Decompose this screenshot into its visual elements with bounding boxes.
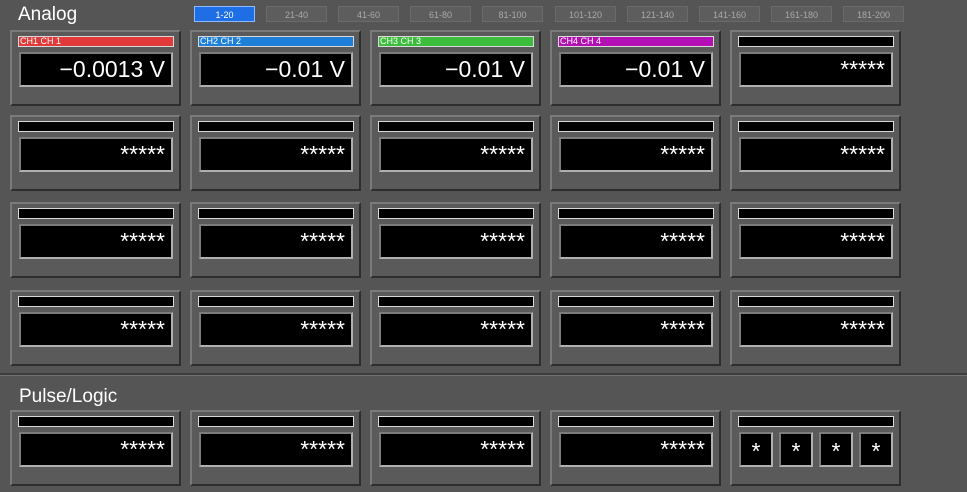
channel-label — [738, 36, 894, 47]
channel-label — [198, 416, 354, 427]
analog-channel-tile[interactable]: ***** — [730, 115, 901, 191]
range-tab-21-40[interactable]: 21-40 — [266, 6, 327, 22]
channel-label: CH4 CH 4 — [558, 36, 714, 47]
analog-channel-tile[interactable]: CH3 CH 3 −0.01 V — [370, 30, 541, 106]
logic-bit-display: * — [739, 432, 773, 467]
analog-channel-tile[interactable]: ***** — [730, 202, 901, 278]
analog-section-title: Analog — [18, 4, 78, 25]
section-divider — [0, 373, 967, 376]
channel-label — [198, 121, 354, 132]
range-tab-1-20[interactable]: 1-20 — [194, 6, 255, 22]
channel-value-display: ***** — [739, 312, 893, 347]
analog-channel-tile[interactable]: ***** — [10, 115, 181, 191]
channel-value-display: −0.01 V — [379, 52, 533, 87]
channel-label — [738, 416, 894, 427]
channel-label — [378, 121, 534, 132]
channel-value-display: ***** — [199, 224, 353, 259]
channel-label — [18, 121, 174, 132]
channel-value-display: ***** — [379, 224, 533, 259]
channel-value-display: −0.0013 V — [19, 52, 173, 87]
channel-value-display: ***** — [199, 137, 353, 172]
channel-label — [378, 416, 534, 427]
range-tab-101-120[interactable]: 101-120 — [555, 6, 616, 22]
channel-label: CH3 CH 3 — [378, 36, 534, 47]
channel-value-display: ***** — [19, 312, 173, 347]
channel-label: CH2 CH 2 — [198, 36, 354, 47]
channel-value-display: ***** — [739, 137, 893, 172]
range-tab-81-100[interactable]: 81-100 — [482, 6, 543, 22]
analog-channel-tile[interactable]: ***** — [370, 115, 541, 191]
analog-channel-tile[interactable]: ***** — [550, 202, 721, 278]
pulse-value-display: ***** — [379, 432, 533, 467]
analog-channel-tile[interactable]: CH1 CH 1 −0.0013 V — [10, 30, 181, 106]
range-tab-41-60[interactable]: 41-60 — [338, 6, 399, 22]
channel-label — [558, 416, 714, 427]
analog-channel-tile[interactable]: ***** — [550, 115, 721, 191]
range-tab-121-140[interactable]: 121-140 — [627, 6, 688, 22]
analog-channel-tile[interactable]: CH4 CH 4 −0.01 V — [550, 30, 721, 106]
channel-value-display: ***** — [199, 312, 353, 347]
pulse-channel-tile[interactable]: ***** — [550, 410, 721, 486]
channel-label — [18, 416, 174, 427]
channel-value-display: ***** — [559, 137, 713, 172]
analog-channel-tile[interactable]: ***** — [730, 30, 901, 106]
range-tab-181-200[interactable]: 181-200 — [843, 6, 904, 22]
channel-label — [198, 296, 354, 307]
range-tab-141-160[interactable]: 141-160 — [699, 6, 760, 22]
pulse-value-display: ***** — [19, 432, 173, 467]
analog-channel-tile[interactable]: ***** — [370, 290, 541, 366]
analog-channel-tile[interactable]: ***** — [190, 115, 361, 191]
analog-channel-tile[interactable]: ***** — [10, 290, 181, 366]
logic-channel-tile[interactable]: * * * * — [730, 410, 901, 486]
channel-value-display: ***** — [19, 224, 173, 259]
channel-label — [18, 208, 174, 219]
channel-label — [18, 296, 174, 307]
channel-label — [558, 208, 714, 219]
analog-channel-tile[interactable]: CH2 CH 2 −0.01 V — [190, 30, 361, 106]
channel-value-display: ***** — [379, 137, 533, 172]
logic-bit-display: * — [779, 432, 813, 467]
pulse-channel-tile[interactable]: ***** — [370, 410, 541, 486]
logic-bit-group: * * * * — [739, 432, 895, 467]
channel-label — [378, 208, 534, 219]
channel-label — [558, 121, 714, 132]
pulse-channel-tile[interactable]: ***** — [10, 410, 181, 486]
analog-channel-tile[interactable]: ***** — [550, 290, 721, 366]
analog-channel-tile[interactable]: ***** — [730, 290, 901, 366]
channel-label — [558, 296, 714, 307]
pulse-channel-tile[interactable]: ***** — [190, 410, 361, 486]
logic-bit-display: * — [819, 432, 853, 467]
range-tab-161-180[interactable]: 161-180 — [771, 6, 832, 22]
channel-label: CH1 CH 1 — [18, 36, 174, 47]
channel-value-display: ***** — [19, 137, 173, 172]
logic-bit-display: * — [859, 432, 893, 467]
analog-channel-tile[interactable]: ***** — [190, 290, 361, 366]
channel-label — [738, 208, 894, 219]
channel-label — [738, 121, 894, 132]
analog-channel-tile[interactable]: ***** — [370, 202, 541, 278]
pulse-value-display: ***** — [199, 432, 353, 467]
pulse-value-display: ***** — [559, 432, 713, 467]
range-tab-61-80[interactable]: 61-80 — [410, 6, 471, 22]
channel-value-display: ***** — [739, 224, 893, 259]
channel-label — [378, 296, 534, 307]
channel-label — [738, 296, 894, 307]
channel-value-display: ***** — [379, 312, 533, 347]
channel-value-display: ***** — [559, 312, 713, 347]
channel-label — [198, 208, 354, 219]
channel-value-display: ***** — [739, 52, 893, 87]
pulse-logic-section-title: Pulse/Logic — [19, 386, 118, 407]
channel-value-display: −0.01 V — [559, 52, 713, 87]
analog-channel-tile[interactable]: ***** — [190, 202, 361, 278]
analog-channel-tile[interactable]: ***** — [10, 202, 181, 278]
channel-value-display: ***** — [559, 224, 713, 259]
channel-value-display: −0.01 V — [199, 52, 353, 87]
